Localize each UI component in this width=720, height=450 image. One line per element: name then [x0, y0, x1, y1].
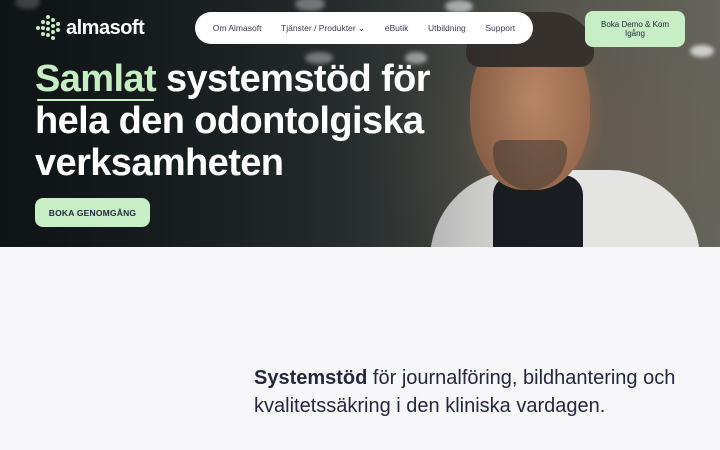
nav-item-label: Utbildning: [427, 23, 466, 33]
brand-logo[interactable]: almasoft: [36, 15, 145, 41]
nav-item-om-almasoft[interactable]: Om Almasoft: [213, 23, 262, 33]
book-demo-button[interactable]: Boka Demo & Kom Igång: [585, 11, 685, 47]
hero-headline: Samlat systemstöd för hela den odontolgi…: [35, 58, 455, 184]
nav-item-utbildning[interactable]: Utbildning: [428, 23, 466, 33]
brand-name: almasoft: [66, 16, 145, 39]
lead-strong: Systemstöd: [254, 367, 368, 389]
nav-item-tjanster-produkter[interactable]: Tjänster / Produkter ⌄: [281, 23, 365, 34]
chevron-down-icon: ⌄: [357, 22, 366, 33]
intro-lead-text: Systemstöd för journalföring, bildhanter…: [254, 364, 684, 420]
book-review-button[interactable]: BOKA GENOMGÅNG: [35, 198, 150, 227]
nav-item-ebutik[interactable]: eButik: [385, 23, 409, 33]
nav-item-support[interactable]: Support: [485, 23, 515, 33]
nav-item-label: Support: [485, 23, 516, 33]
nav-item-label: Om Almasoft: [212, 23, 262, 33]
nav-item-label: Tjänster / Produkter: [281, 23, 356, 33]
almasoft-dots-logo-icon: [36, 15, 60, 41]
nav-item-label: eButik: [384, 23, 409, 33]
headline-accent: Samlat: [35, 58, 157, 101]
main-navigation: Om Almasoft Tjänster / Produkter ⌄ eButik…: [195, 12, 533, 44]
